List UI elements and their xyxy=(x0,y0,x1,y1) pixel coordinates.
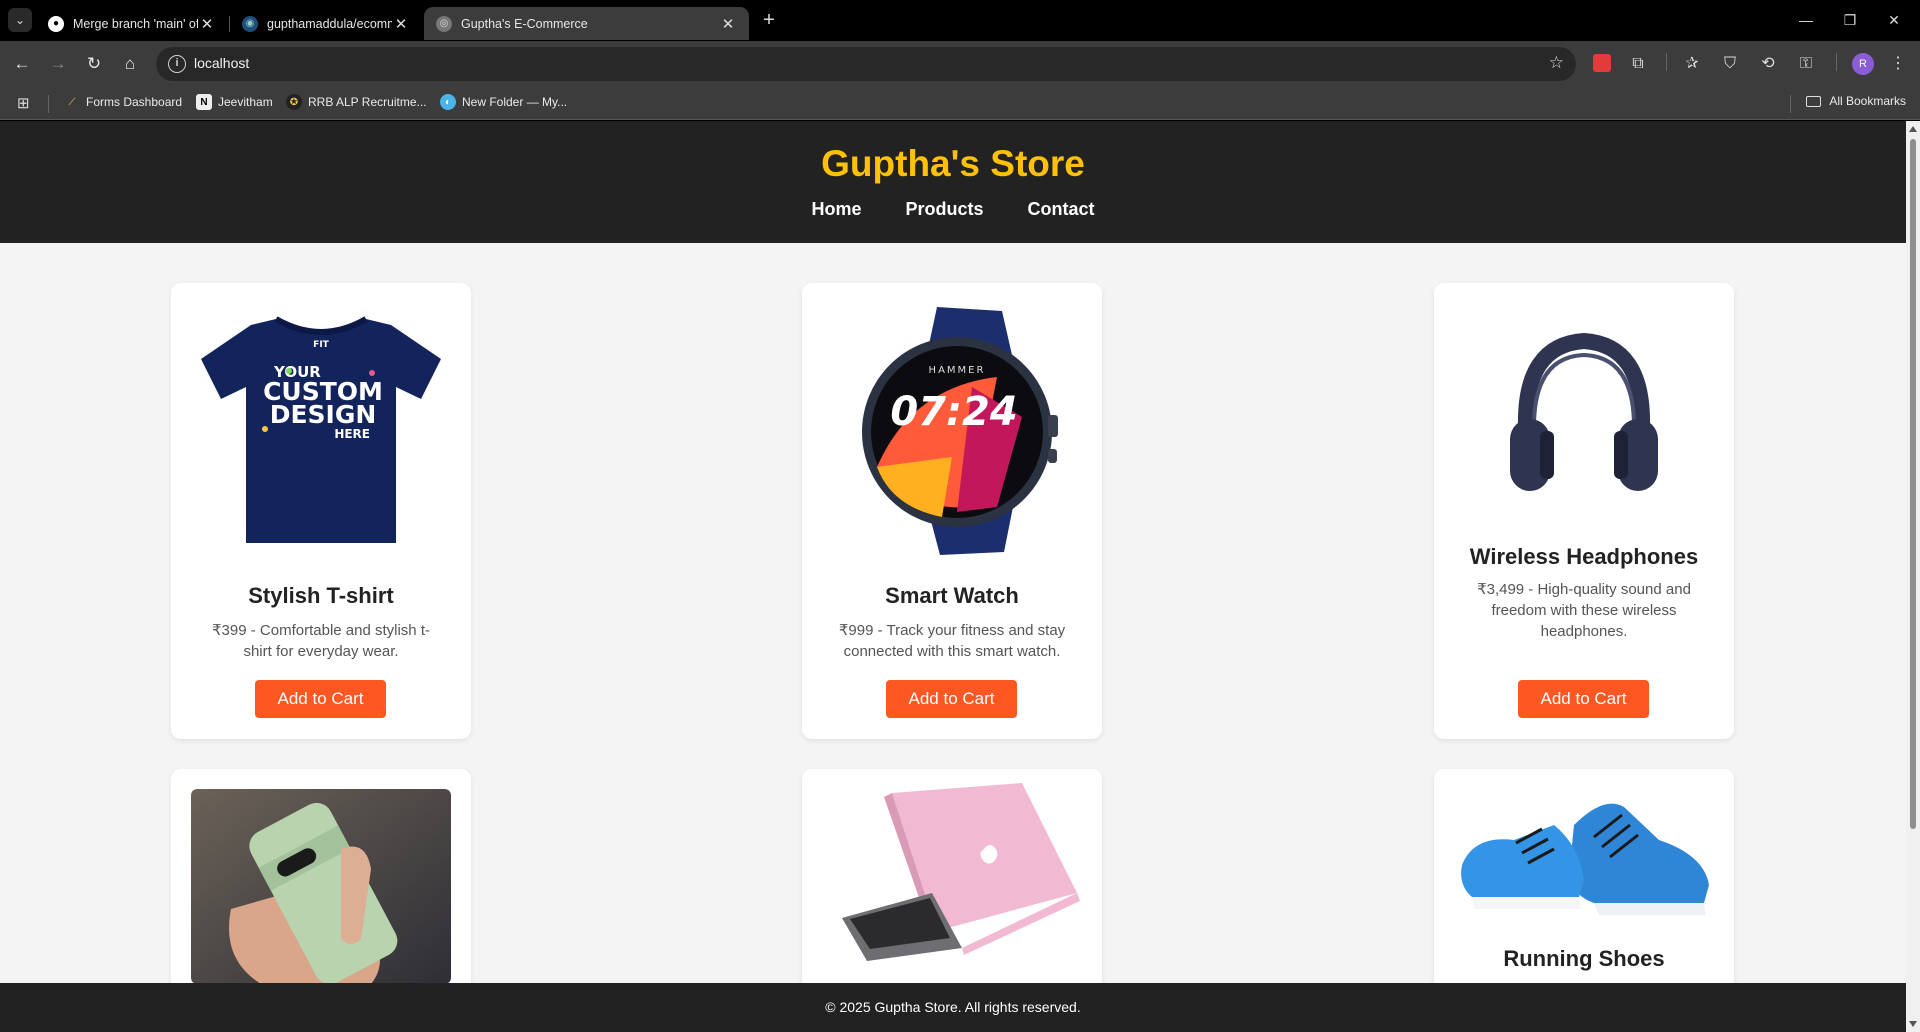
incognito-icon[interactable]: ⛉ xyxy=(1718,52,1742,76)
browser-toolbar: ← → ↻ ⌂ i localhost ☆ ⧉ ✰ ⛉ ⟲ ⚿ R ⋮ xyxy=(0,41,1920,86)
bookmark-label: New Folder — My... xyxy=(462,95,568,109)
forms-icon: ⟋ xyxy=(68,96,76,108)
notion-icon: N xyxy=(196,94,212,110)
bookmark-label: RRB ALP Recruitme... xyxy=(308,95,427,109)
smartphone-image xyxy=(191,789,451,984)
all-bookmarks-button[interactable]: All Bookmarks xyxy=(1806,94,1906,108)
scroll-thumb[interactable] xyxy=(1910,139,1916,829)
globe-icon: ◎ xyxy=(436,15,452,32)
bookmark-rrb-alp[interactable]: ✪ RRB ALP Recruitme... xyxy=(286,94,427,110)
tshirt-image: FIT YOUR CUSTOM DESIGN HERE xyxy=(201,316,441,543)
browser-tab-strip: ⌄ ● Merge branch 'main' of https:// ✕ ◉ … xyxy=(0,0,1920,41)
tab-title: gupthamaddula/ecommerce-fr xyxy=(267,16,392,31)
tab-title: Guptha's E-Commerce xyxy=(461,16,588,31)
bookmarks-divider xyxy=(1790,95,1791,113)
tab-github-repo[interactable]: ◉ gupthamaddula/ecommerce-fr ✕ xyxy=(230,7,422,40)
password-key-icon[interactable]: ⚿ xyxy=(1794,52,1818,76)
add-to-cart-button[interactable]: Add to Cart xyxy=(886,680,1017,718)
product-card: HAMMER 07:24 Smart Watch ₹999 - Track yo… xyxy=(802,283,1102,739)
rrb-icon: ✪ xyxy=(286,94,302,110)
tab-search-chevron-icon[interactable]: ⌄ xyxy=(8,8,32,32)
product-description: ₹999 - Track your fitness and stay conne… xyxy=(838,622,1066,660)
back-arrow-icon[interactable]: ← xyxy=(10,52,34,76)
site-info-icon[interactable]: i xyxy=(168,55,186,73)
minimize-icon[interactable]: — xyxy=(1786,8,1826,32)
laptop-image xyxy=(842,783,1080,961)
product-name: Stylish T-shirt xyxy=(248,583,394,608)
bookmark-star-icon[interactable]: ☆ xyxy=(1549,53,1564,73)
nav-contact-link[interactable]: Contact xyxy=(1028,199,1095,220)
forward-arrow-icon[interactable]: → xyxy=(46,52,70,76)
smart-watch-image: HAMMER 07:24 xyxy=(862,307,1058,555)
watch-brand: HAMMER xyxy=(929,365,986,376)
scroll-up-icon[interactable] xyxy=(1909,126,1917,132)
new-tab-button[interactable]: + xyxy=(758,9,780,31)
tshirt-print-line: DESIGN xyxy=(270,400,377,429)
close-icon[interactable]: ✕ xyxy=(198,15,216,33)
reload-icon[interactable]: ↻ xyxy=(82,52,106,76)
product-description: ₹3,499 - High-quality sound and freedom … xyxy=(1477,581,1691,640)
product-name: Smart Watch xyxy=(885,583,1019,608)
product-name: Wireless Headphones xyxy=(1469,544,1699,569)
profile-avatar[interactable]: R xyxy=(1852,53,1874,75)
scroll-down-icon[interactable] xyxy=(1909,1021,1917,1027)
bookmark-label: Jeevitham xyxy=(218,95,273,109)
restore-icon[interactable]: ❐ xyxy=(1830,8,1870,32)
add-to-cart-button[interactable]: Add to Cart xyxy=(255,680,386,718)
toolbar-divider xyxy=(1666,53,1667,71)
address-bar[interactable]: i localhost ☆ xyxy=(156,47,1576,81)
github-icon: ● xyxy=(48,15,64,32)
nav-products-link[interactable]: Products xyxy=(906,199,984,220)
home-icon[interactable]: ⌂ xyxy=(118,52,142,76)
product-card: FIT YOUR CUSTOM DESIGN HERE Stylish T-sh… xyxy=(171,283,471,739)
product-name: Running Shoes xyxy=(1503,946,1665,971)
address-text[interactable]: localhost xyxy=(194,55,249,71)
tshirt-print-line: HERE xyxy=(334,427,370,441)
page-viewport: Guptha's Store Home Products Contact FIT… xyxy=(0,121,1906,1032)
bookmarks-divider xyxy=(48,95,49,113)
repo-icon: ◉ xyxy=(242,15,258,32)
extensions-puzzle-icon[interactable]: ⧉ xyxy=(1626,52,1650,76)
site-header: Guptha's Store Home Products Contact xyxy=(0,121,1906,243)
history-icon[interactable]: ⟲ xyxy=(1756,52,1780,76)
running-shoes-image xyxy=(1461,803,1709,915)
bookmark-label: Forms Dashboard xyxy=(86,95,183,109)
watch-time: 07:24 xyxy=(890,389,1017,435)
close-icon[interactable]: ✕ xyxy=(719,15,737,33)
tab-guptha-ecommerce[interactable]: ◎ Guptha's E-Commerce ✕ xyxy=(424,7,749,40)
extension-red-icon[interactable] xyxy=(1593,54,1611,72)
nav-home-link[interactable]: Home xyxy=(811,199,861,220)
site-title: Guptha's Store xyxy=(821,143,1085,184)
menu-kebab-icon[interactable]: ⋮ xyxy=(1886,52,1910,76)
product-description: ₹399 - Comfortable and stylish t-shirt f… xyxy=(212,622,430,660)
site-nav: Home Products Contact xyxy=(0,199,1906,220)
add-to-cart-button[interactable]: Add to Cart xyxy=(1518,680,1649,718)
folder-icon xyxy=(1806,95,1822,107)
bookmark-forms-dashboard[interactable]: ⟋ Forms Dashboard xyxy=(64,94,183,110)
bookmarks-bar: ⊞ ⟋ Forms Dashboard N Jeevitham ✪ RRB AL… xyxy=(0,86,1920,120)
page-scrollbar[interactable] xyxy=(1906,121,1920,1032)
apps-grid-icon[interactable]: ⊞ xyxy=(17,94,30,112)
product-card: Wireless Headphones ₹3,499 - High-qualit… xyxy=(1434,283,1734,739)
headphones-image xyxy=(1510,332,1658,491)
bookmark-jeevitham[interactable]: N Jeevitham xyxy=(196,94,273,110)
favorites-star-icon[interactable]: ✰ xyxy=(1680,52,1704,76)
window-close-icon[interactable]: ✕ xyxy=(1874,8,1914,32)
all-bookmarks-label: All Bookmarks xyxy=(1829,94,1906,108)
tab-title: Merge branch 'main' of https:// xyxy=(73,16,198,31)
site-footer: © 2025 Guptha Store. All rights reserved… xyxy=(0,983,1906,1032)
tab-github-merge[interactable]: ● Merge branch 'main' of https:// ✕ xyxy=(36,7,228,40)
svg-text:FIT: FIT xyxy=(313,340,329,350)
drive-icon: ◐ xyxy=(440,94,456,110)
bookmark-new-folder[interactable]: ◐ New Folder — My... xyxy=(440,94,567,110)
toolbar-divider xyxy=(1836,53,1837,71)
close-icon[interactable]: ✕ xyxy=(392,15,410,33)
